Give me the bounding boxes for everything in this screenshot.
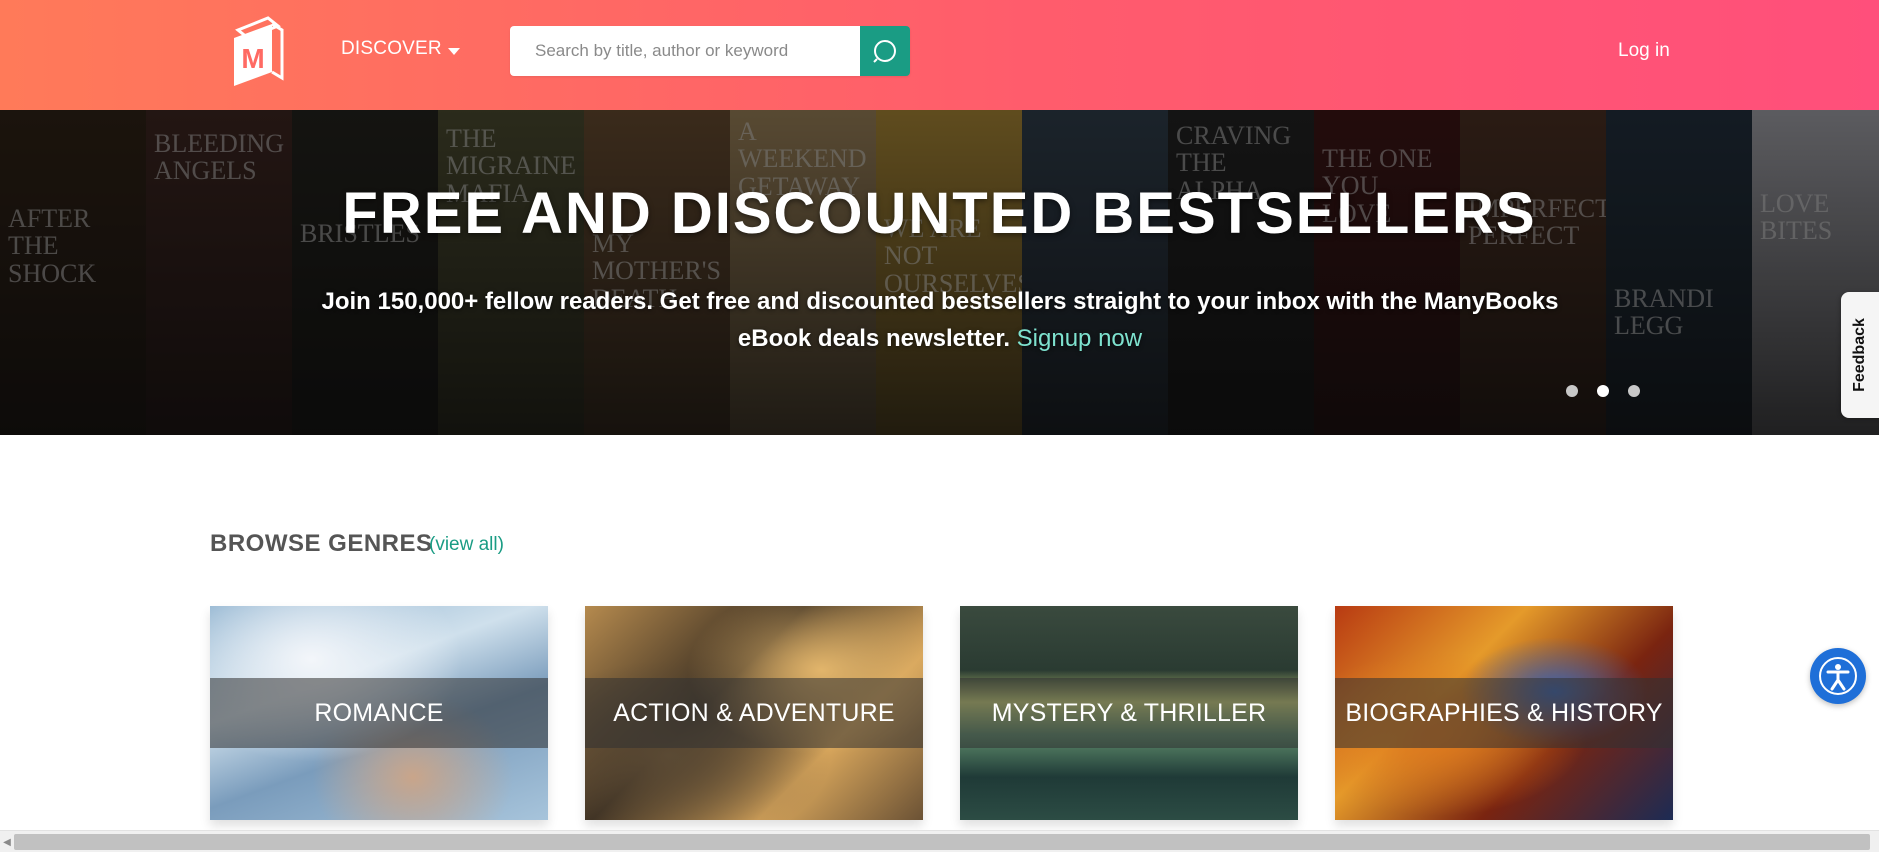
- carousel-dot[interactable]: [1566, 385, 1578, 397]
- discover-label: DISCOVER: [341, 38, 442, 59]
- logo-letter: M: [241, 43, 264, 74]
- carousel-dots: [1566, 385, 1640, 397]
- view-all-genres-link[interactable]: (view all): [429, 534, 504, 556]
- hero-banner: AFTER THE SHOCKBLEEDING ANGELSBRISTLESTH…: [0, 110, 1879, 435]
- feedback-label: Feedback: [1851, 318, 1868, 392]
- genre-card-romance[interactable]: ROMANCE: [210, 606, 548, 820]
- scroll-left-arrow-icon[interactable]: ◀: [0, 831, 14, 852]
- genre-label-band: MYSTERY & THRILLER: [960, 678, 1298, 748]
- genre-card-biographies-history[interactable]: BIOGRAPHIES & HISTORY: [1335, 606, 1673, 820]
- discover-menu[interactable]: DISCOVER: [341, 38, 460, 60]
- search-button[interactable]: [860, 26, 910, 76]
- genre-label: ROMANCE: [314, 698, 444, 727]
- genre-card-action-adventure[interactable]: ACTION & ADVENTURE: [585, 606, 923, 820]
- genre-label-band: ROMANCE: [210, 678, 548, 748]
- chevron-down-icon: [447, 47, 460, 55]
- horizontal-scrollbar[interactable]: ◀: [0, 830, 1879, 852]
- hero-title: FREE AND DISCOUNTED BESTSELLERS: [342, 181, 1537, 246]
- genre-label-band: BIOGRAPHIES & HISTORY: [1335, 678, 1673, 748]
- search-input[interactable]: [510, 26, 860, 76]
- feedback-tab[interactable]: Feedback: [1841, 292, 1879, 418]
- manybooks-logo[interactable]: M: [228, 12, 288, 92]
- site-header: M DISCOVER Log in: [0, 0, 1879, 110]
- genre-label: BIOGRAPHIES & HISTORY: [1345, 698, 1663, 727]
- accessibility-icon: [1819, 657, 1857, 695]
- search-icon: [873, 40, 896, 63]
- carousel-dot[interactable]: [1628, 385, 1640, 397]
- search-bar: [510, 26, 910, 76]
- hero-subtitle-text: Join 150,000+ fellow readers. Get free a…: [321, 288, 1559, 352]
- genre-label: ACTION & ADVENTURE: [613, 698, 895, 727]
- genre-label-band: ACTION & ADVENTURE: [585, 678, 923, 748]
- accessibility-button[interactable]: [1810, 648, 1866, 704]
- login-link[interactable]: Log in: [1618, 40, 1670, 62]
- scrollbar-thumb[interactable]: [14, 834, 1870, 850]
- browse-genres-heading: BROWSE GENRES: [210, 530, 433, 557]
- hero-subtitle: Join 150,000+ fellow readers. Get free a…: [290, 283, 1590, 357]
- genre-label: MYSTERY & THRILLER: [991, 698, 1267, 727]
- signup-link[interactable]: Signup now: [1017, 325, 1142, 352]
- genre-card-mystery-thriller[interactable]: MYSTERY & THRILLER: [960, 606, 1298, 820]
- carousel-dot[interactable]: [1597, 385, 1609, 397]
